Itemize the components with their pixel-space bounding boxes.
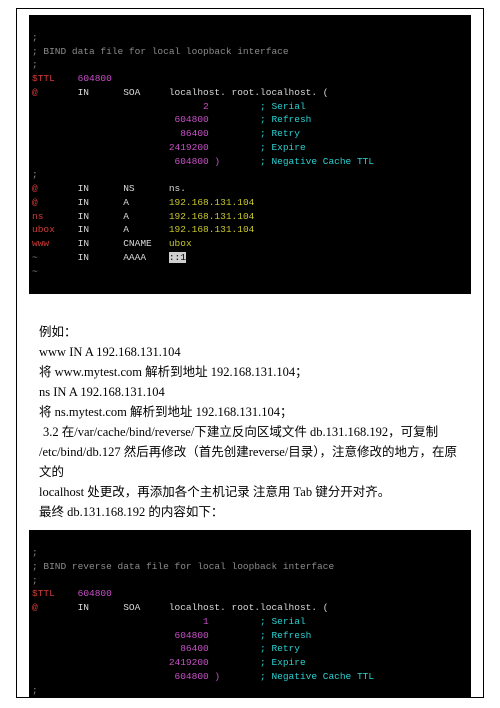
- www-record: www IN A 192.168.131.104: [39, 342, 461, 362]
- refresh-c: ; Refresh: [209, 630, 312, 641]
- ttl-val: 604800: [55, 588, 112, 599]
- rec-ns-host: ns: [32, 211, 43, 222]
- retry-v: 86400: [32, 128, 209, 139]
- comment: ; BIND reverse data file for local loopb…: [32, 561, 334, 572]
- retry-c: ; Retry: [209, 128, 300, 139]
- rec-a: IN A: [55, 224, 169, 235]
- refresh-v: 604800: [32, 114, 209, 125]
- serial-v: 1: [32, 616, 209, 627]
- cursor: ::1: [169, 252, 186, 263]
- rec-ubox: ubox: [32, 224, 55, 235]
- refresh-v: 604800: [32, 630, 209, 641]
- comment: ;: [32, 169, 38, 180]
- rec-cname: IN CNAME: [49, 238, 169, 249]
- example-label: 例如：: [39, 322, 461, 342]
- negttl-c: ; Negative Cache TTL: [220, 156, 374, 167]
- comment: ;: [32, 547, 38, 558]
- serial-v: 2: [32, 101, 209, 112]
- expire-v: 2419200: [32, 142, 209, 153]
- negttl-v: 604800 ): [32, 156, 220, 167]
- serial-c: ; Serial: [209, 101, 306, 112]
- tilde: ~: [32, 266, 38, 277]
- refresh-c: ; Refresh: [209, 114, 312, 125]
- rec-a: IN A: [43, 211, 168, 222]
- www-explain: 将 www.mytest.com 解析到地址 192.168.131.104；: [39, 362, 461, 382]
- ip: 192.168.131.104: [169, 197, 255, 208]
- terminal-bind-forward: ; ; BIND data file for local loopback in…: [29, 15, 471, 294]
- ttl-kw: $TTL: [32, 588, 55, 599]
- rec-ns: IN NS ns.: [38, 183, 186, 194]
- ttl-kw: $TTL: [32, 73, 55, 84]
- comment: ;: [32, 575, 38, 586]
- cname-tgt: ubox: [169, 238, 192, 249]
- negttl-c: ; Negative Cache TTL: [220, 671, 374, 682]
- terminal-bind-reverse: ; ; BIND reverse data file for local loo…: [29, 530, 471, 698]
- page-frame: ; ; BIND data file for local loopback in…: [16, 8, 484, 698]
- ip: 192.168.131.104: [169, 211, 255, 222]
- serial-c: ; Serial: [209, 616, 306, 627]
- rec-a: IN A: [38, 197, 169, 208]
- sec-3-2-cont1: /etc/bind/db.127 然后再修改（首先创建reverse/目录），注…: [39, 442, 461, 482]
- expire-c: ; Expire: [209, 142, 306, 153]
- ns-explain: 将 ns.mytest.com 解析到地址 192.168.131.104；: [39, 402, 461, 422]
- expire-v: 2419200: [32, 657, 209, 668]
- negttl-v: 604800 ): [32, 671, 220, 682]
- comment: ;: [32, 685, 38, 696]
- retry-c: ; Retry: [209, 643, 300, 654]
- soa-line: IN SOA localhost. root.localhost. (: [38, 87, 329, 98]
- sec-3-2-cont2: localhost 处更改，再添加各个主机记录 注意用 Tab 键分开对齐。: [39, 482, 461, 502]
- comment: ;: [32, 59, 38, 70]
- ttl-val: 604800: [55, 73, 112, 84]
- comment: ;: [32, 32, 38, 43]
- rec-www: www: [32, 238, 49, 249]
- ip: 192.168.131.104: [169, 224, 255, 235]
- soa-line: IN SOA localhost. root.localhost. (: [38, 602, 329, 613]
- sec-3-2: 3.2 在/var/cache/bind/reverse/下建立反向区域文件 d…: [39, 422, 461, 442]
- comment: ; BIND data file for local loopback inte…: [32, 46, 289, 57]
- body-paragraphs: 例如： www IN A 192.168.131.104 将 www.mytes…: [21, 298, 479, 526]
- rec-aaaa: IN AAAA: [38, 252, 169, 263]
- ns-record: ns IN A 192.168.131.104: [39, 382, 461, 402]
- final-contents: 最终 db.131.168.192 的内容如下：: [39, 502, 461, 522]
- retry-v: 86400: [32, 643, 209, 654]
- expire-c: ; Expire: [209, 657, 306, 668]
